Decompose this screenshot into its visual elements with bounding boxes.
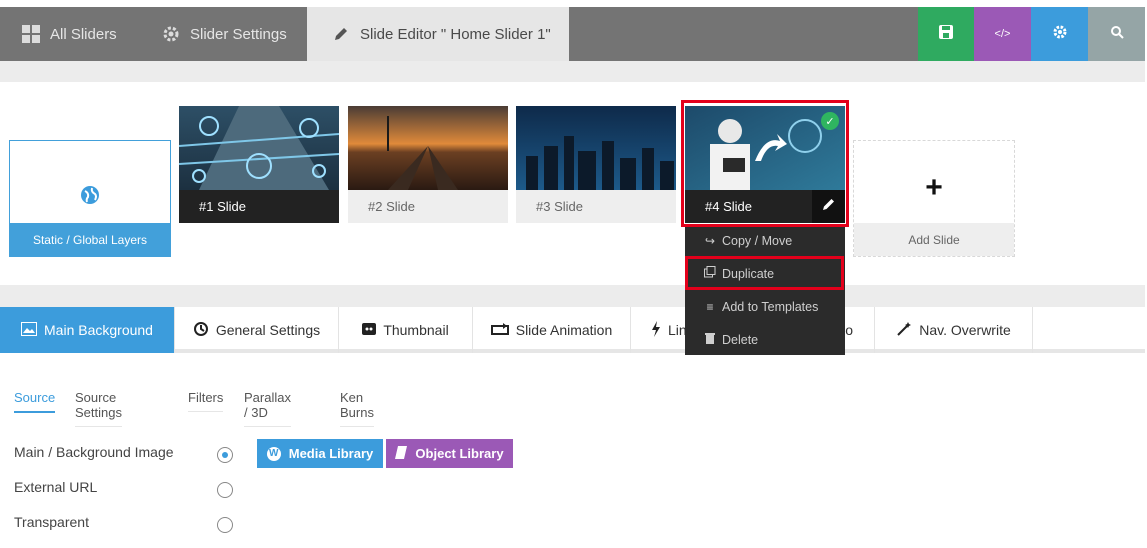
tab-all-sliders[interactable]: All Sliders	[22, 7, 117, 61]
menu-item-delete[interactable]: Delete	[685, 323, 845, 356]
tab-label: Main Background	[44, 322, 153, 338]
subtab-ken-burns[interactable]: Ken Burns	[340, 390, 374, 427]
option-label-main-background-image: Main / Background Image	[14, 444, 174, 460]
slide-card-1[interactable]: #1 Slide	[179, 106, 339, 223]
slide-thumbnail	[516, 106, 676, 190]
button-label: Object Library	[415, 446, 504, 461]
tab-label: All Sliders	[50, 25, 117, 43]
tab-slide-editor[interactable]: Slide Editor " Home Slider 1"	[307, 7, 569, 61]
slide-label: #2 Slide	[348, 190, 508, 223]
tab-general-settings[interactable]: General Settings	[175, 307, 339, 353]
tab-nav-overwrite[interactable]: Nav. Overwrite	[875, 307, 1033, 353]
radio-transparent[interactable]	[217, 517, 233, 533]
search-icon	[1110, 25, 1124, 44]
button-label: Media Library	[288, 446, 374, 461]
grid-icon	[22, 25, 40, 43]
settings-button[interactable]	[1031, 7, 1088, 61]
tab-link[interactable]: Lin	[631, 307, 687, 353]
static-layers-label: Static / Global Layers	[10, 223, 170, 256]
duplicate-icon	[703, 266, 717, 281]
trash-icon	[703, 332, 717, 347]
subtab-parallax-3d[interactable]: Parallax / 3D	[244, 390, 291, 427]
tab-label: Lin	[668, 322, 687, 338]
loop-icon	[490, 322, 509, 338]
tab-label: Slide Editor " Home Slider 1"	[360, 25, 551, 43]
menu-item-duplicate[interactable]: Duplicate	[685, 257, 845, 290]
tab-label: General Settings	[215, 322, 321, 338]
option-label-transparent: Transparent	[14, 514, 89, 530]
radio-main-background-image[interactable]	[217, 447, 233, 463]
add-slide-label: Add Slide	[854, 223, 1014, 256]
tab-slide-animation[interactable]: Slide Animation	[473, 307, 631, 353]
bolt-icon	[651, 320, 661, 340]
pencil-icon	[822, 197, 836, 216]
share-icon: ↪	[704, 233, 716, 248]
tab-label: Slide Animation	[515, 322, 613, 338]
menu-item-add-to-templates[interactable]: ≡ Add to Templates	[685, 290, 845, 323]
menu-item-label: Copy / Move	[722, 233, 793, 248]
search-button[interactable]	[1088, 7, 1145, 61]
slide-list: Static / Global Layers #1 Slide #2 Slide…	[0, 82, 1145, 285]
tab-label: Thumbnail	[383, 322, 449, 338]
slide-thumbnail	[179, 106, 339, 190]
slide-label: #4 Slide	[685, 190, 812, 223]
plus-icon: +	[925, 171, 943, 204]
history-icon	[193, 321, 209, 340]
slide-card-2[interactable]: #2 Slide	[348, 106, 508, 223]
check-badge-icon: ✓	[821, 112, 839, 130]
code-button[interactable]: </>	[974, 7, 1031, 61]
divider	[0, 61, 1145, 82]
menu-item-copy-move[interactable]: ↪ Copy / Move	[685, 224, 845, 257]
book-icon	[395, 445, 408, 462]
gear-icon	[162, 25, 180, 43]
radio-external-url[interactable]	[217, 482, 233, 498]
save-icon	[938, 24, 954, 45]
media-library-button[interactable]: W Media Library	[257, 439, 383, 468]
tab-label: Nav. Overwrite	[919, 322, 1011, 338]
code-icon: </>	[994, 28, 1011, 40]
gear-icon	[1053, 25, 1067, 44]
slide-card-4[interactable]: ✓ #4 Slide	[685, 106, 845, 223]
tab-thumbnail[interactable]: Thumbnail	[339, 307, 473, 353]
globe-icon	[80, 185, 100, 210]
option-label-external-url: External URL	[14, 479, 98, 495]
slide-label: #1 Slide	[179, 190, 339, 223]
top-toolbar: All Sliders Slider Settings Slide Editor…	[0, 7, 1145, 61]
tab-main-background[interactable]: Main Background	[0, 307, 175, 353]
wand-icon	[896, 321, 912, 340]
add-slide-card[interactable]: + Add Slide	[853, 140, 1015, 257]
pencil-icon	[332, 25, 350, 43]
divider	[0, 285, 1145, 307]
slide-label: #3 Slide	[516, 190, 676, 223]
static-global-layers-card[interactable]: Static / Global Layers	[9, 140, 171, 257]
subtab-filters[interactable]: Filters	[188, 390, 224, 412]
list-icon: ≡	[706, 299, 714, 314]
slide-context-menu: ↪ Copy / Move Duplicate ≡ Add to Templat…	[685, 224, 845, 355]
wordpress-icon: W	[266, 446, 281, 461]
slide-thumbnail	[348, 106, 508, 190]
subtab-source-settings[interactable]: Source Settings	[75, 390, 122, 427]
menu-item-label: Duplicate	[722, 266, 775, 281]
tab-label: o	[845, 322, 853, 338]
save-button[interactable]	[918, 7, 974, 61]
subtab-source[interactable]: Source	[14, 390, 56, 413]
image-icon	[21, 321, 38, 339]
settings-tab-bar: Main Background General Settings Thumbna…	[0, 307, 1145, 353]
menu-item-label: Add to Templates	[722, 299, 819, 314]
thumbnail-icon	[362, 322, 377, 338]
menu-item-label: Delete	[722, 332, 759, 347]
slide-card-3[interactable]: #3 Slide	[516, 106, 676, 223]
tab-label: Slider Settings	[190, 25, 287, 43]
tab-slider-settings[interactable]: Slider Settings	[162, 7, 287, 61]
edit-slide-button[interactable]	[812, 190, 845, 223]
object-library-button[interactable]: Object Library	[386, 439, 513, 468]
